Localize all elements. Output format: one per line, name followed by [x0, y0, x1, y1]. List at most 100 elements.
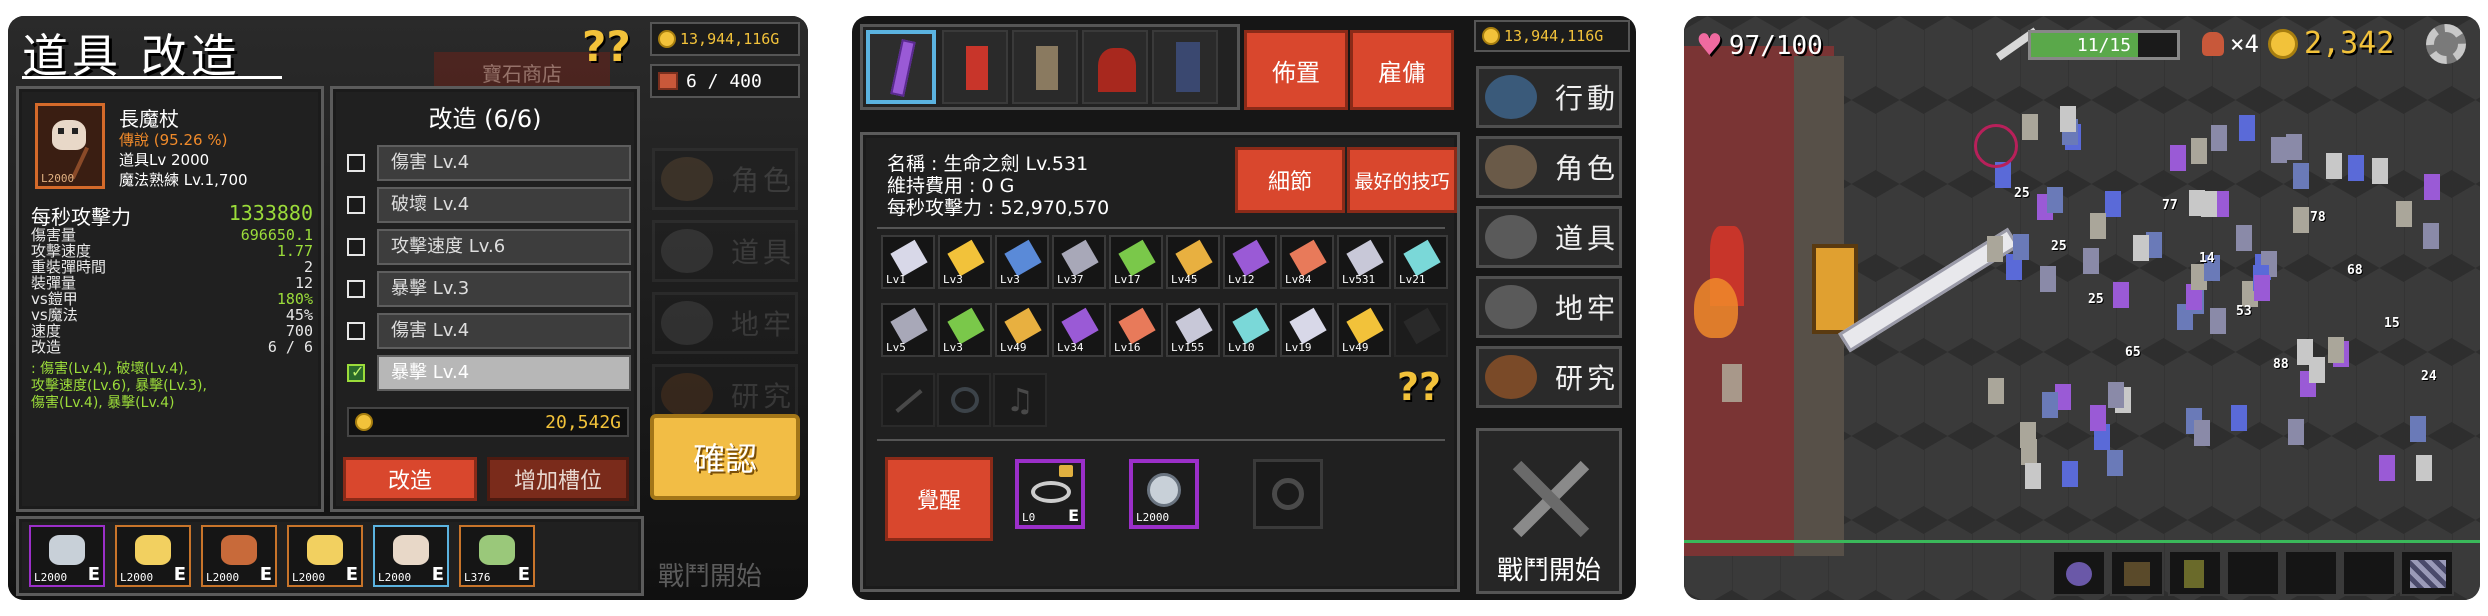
skill-level: Lv155 — [1171, 341, 1205, 354]
enemy-sprite — [2039, 265, 2056, 292]
upgrade-option[interactable]: 攻擊速度 Lv.6 — [347, 229, 631, 265]
potion-counter: ×4 — [2202, 30, 2259, 58]
locked-skill-slot: ♫ — [993, 373, 1047, 427]
side-item-character[interactable]: 角色 — [1476, 136, 1622, 198]
damage-number: 88 — [2273, 357, 2289, 372]
hero-tab-archer[interactable] — [1012, 30, 1078, 104]
star-wand-icon — [135, 535, 171, 565]
skill-slot[interactable] — [2400, 550, 2454, 596]
skill-slot-empty[interactable] — [2284, 550, 2338, 596]
enemy-sprite — [2200, 190, 2217, 217]
skill-slot[interactable]: Lv17 — [1109, 235, 1163, 289]
checkbox[interactable] — [347, 238, 365, 256]
awaken-button[interactable]: 覺醒 — [885, 457, 993, 541]
upgrade-option[interactable]: ✓ 暴擊 Lv.4 — [347, 355, 631, 391]
skill-slot[interactable]: Lv16 — [1109, 303, 1163, 357]
relic-level: L0 — [1022, 511, 1036, 524]
skill-slot-empty[interactable] — [2342, 550, 2396, 596]
hero-tab-red-knight[interactable] — [942, 30, 1008, 104]
side-item-label: 研究 — [1555, 362, 1620, 395]
upgrade-button[interactable]: 改造 — [343, 457, 477, 501]
skill-slot[interactable]: Lv49 — [995, 303, 1049, 357]
skill-slot[interactable]: Lv3 — [938, 235, 992, 289]
shield-slot-empty[interactable] — [1394, 303, 1448, 357]
add-slot-button[interactable]: 增加槽位 — [487, 457, 629, 501]
side-item-action[interactable]: 行動 — [1476, 66, 1622, 128]
skill-level: Lv17 — [1114, 273, 1141, 286]
skill-slot[interactable]: Lv84 — [1280, 235, 1334, 289]
skill-slot[interactable]: Lv21 — [1394, 235, 1448, 289]
skill-slot[interactable]: Lv3 — [938, 303, 992, 357]
skill-level: Lv19 — [1285, 341, 1312, 354]
relic-slot-empty[interactable] — [1253, 459, 1323, 529]
inventory-counter: 6 / 400 — [650, 64, 800, 98]
skill-slot-empty[interactable] — [2226, 550, 2280, 596]
skill-slot[interactable]: Lv155 — [1166, 303, 1220, 357]
best-skill-button-label: 最好的技巧 — [1354, 170, 1450, 193]
checkbox[interactable] — [347, 280, 365, 298]
checkbox-checked[interactable]: ✓ — [347, 362, 365, 382]
relic-slot-1[interactable]: L0 E — [1015, 459, 1085, 529]
demon-icon — [2124, 562, 2150, 586]
confirm-button[interactable]: 確認 — [650, 414, 800, 500]
checkbox[interactable] — [347, 154, 365, 172]
side-item-items[interactable]: 道具 — [1476, 206, 1622, 268]
deploy-button[interactable]: 佈置 — [1244, 30, 1348, 110]
upgrade-option[interactable]: 傷害 Lv.4 — [347, 313, 631, 349]
enemy-sprite — [2327, 336, 2344, 363]
damage-number: 65 — [2125, 345, 2141, 360]
checkbox[interactable] — [347, 196, 365, 214]
hero-tab-sword[interactable] — [866, 30, 936, 104]
deploy-button-label: 佈置 — [1272, 58, 1320, 87]
item-slot[interactable]: L2000 E — [373, 525, 449, 587]
item-slot-level: L2000 — [378, 571, 412, 584]
item-slot[interactable]: L2000 E — [29, 525, 105, 587]
armor-icon — [1485, 215, 1537, 259]
item-slot[interactable]: L2000 E — [115, 525, 191, 587]
upgrade-title: 改造 (6/6) — [428, 105, 542, 133]
upgrade-option[interactable]: 破壞 Lv.4 — [347, 187, 631, 223]
skill-slot[interactable]: Lv19 — [1280, 303, 1334, 357]
enemy-sprite — [2193, 420, 2210, 447]
enemy-sprite — [2293, 207, 2310, 234]
hero-tab-red-mage[interactable] — [1082, 30, 1148, 104]
skill-slot[interactable]: Lv10 — [1223, 303, 1277, 357]
skill-slot[interactable] — [2110, 550, 2164, 596]
skill-slot[interactable]: Lv49 — [1337, 303, 1391, 357]
skill-slot[interactable]: Lv12 — [1223, 235, 1277, 289]
mods-summary-line: : 傷害(Lv.4), 破壞(Lv.4), — [31, 361, 189, 377]
enemy-sprite — [1987, 235, 2004, 262]
skill-slot[interactable]: Lv37 — [1052, 235, 1106, 289]
side-menu: 行動 角色 道具 地牢 研究 戰鬥開始 — [1468, 58, 1636, 598]
settings-gear-icon[interactable] — [2426, 24, 2466, 64]
hero-tab-wizard[interactable] — [1152, 30, 1218, 104]
question-marks-icon[interactable]: ?? — [1397, 365, 1441, 409]
enemy-sprite — [2132, 234, 2149, 261]
checkbox[interactable] — [347, 322, 365, 340]
skill-slot[interactable] — [2052, 550, 2106, 596]
skill-slot[interactable]: Lv531 — [1337, 235, 1391, 289]
item-slot[interactable]: L2000 E — [201, 525, 277, 587]
skill-slot[interactable] — [2168, 550, 2222, 596]
gate — [1812, 244, 1858, 334]
skill-slot[interactable]: Lv1 — [881, 235, 935, 289]
relic-slot-2[interactable]: L2000 — [1129, 459, 1199, 529]
enemy-sprite — [2293, 162, 2310, 189]
skill-slot[interactable]: Lv3 — [995, 235, 1049, 289]
battle-start-button[interactable]: 戰鬥開始 — [1476, 428, 1622, 594]
best-skill-button[interactable]: 最好的技巧 — [1347, 147, 1457, 213]
item-slot[interactable]: L2000 E — [287, 525, 363, 587]
side-item-dungeon[interactable]: 地牢 — [1476, 276, 1622, 338]
upgrade-option[interactable]: 暴擊 Lv.3 — [347, 271, 631, 307]
item-slot[interactable]: L376 E — [459, 525, 535, 587]
detail-button[interactable]: 細節 — [1235, 147, 1345, 213]
skill-slot[interactable]: Lv34 — [1052, 303, 1106, 357]
question-marks-icon[interactable]: ?? — [582, 22, 638, 72]
locked-skill-slot — [937, 373, 991, 427]
skill-level: Lv5 — [886, 341, 906, 354]
upgrade-option[interactable]: 傷害 Lv.4 — [347, 145, 631, 181]
hire-button[interactable]: 雇傭 — [1350, 30, 1454, 110]
skill-slot[interactable]: Lv45 — [1166, 235, 1220, 289]
side-item-research[interactable]: 研究 — [1476, 346, 1622, 408]
skill-slot[interactable]: Lv5 — [881, 303, 935, 357]
